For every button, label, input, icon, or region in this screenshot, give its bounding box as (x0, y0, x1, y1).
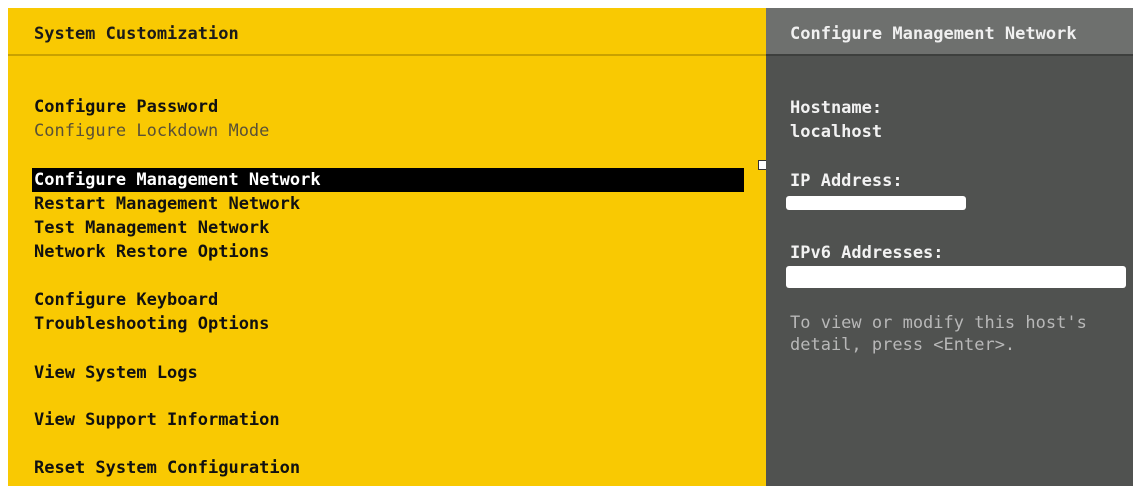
menu-item-configure-keyboard[interactable]: Configure Keyboard (34, 288, 218, 312)
ipv6-addresses-redacted (786, 266, 1126, 288)
ipv6-addresses-label: IPv6 Addresses: (790, 243, 944, 263)
management-network-detail-panel: Configure Management Network Hostname: l… (766, 8, 1133, 486)
left-title-bar: System Customization (8, 8, 766, 56)
help-text-line1: To view or modify this host's (790, 313, 1087, 333)
menu-item-configure-lockdown-mode[interactable]: Configure Lockdown Mode (34, 119, 269, 143)
menu-item-restart-management-network[interactable]: Restart Management Network (34, 192, 300, 216)
right-panel-title: Configure Management Network (790, 24, 1077, 44)
menu-item-view-system-logs[interactable]: View System Logs (34, 361, 198, 385)
menu-item-view-support-information[interactable]: View Support Information (34, 408, 280, 432)
hostname-value: localhost (790, 122, 883, 142)
system-customization-panel: System Customization Configure Password … (8, 8, 766, 486)
dcui-screen: System Customization Configure Password … (0, 0, 1133, 486)
menu-item-network-restore-options[interactable]: Network Restore Options (34, 240, 269, 264)
menu-item-troubleshooting-options[interactable]: Troubleshooting Options (34, 312, 269, 336)
help-text-line2: detail, press <Enter>. (790, 335, 1016, 355)
menu-item-test-management-network[interactable]: Test Management Network (34, 216, 269, 240)
ip-address-label: IP Address: (790, 171, 903, 191)
ip-address-redacted (786, 196, 966, 210)
right-title-bar: Configure Management Network (766, 8, 1133, 56)
left-panel-title: System Customization (34, 24, 239, 44)
hostname-label: Hostname: (790, 98, 883, 118)
menu-item-configure-password[interactable]: Configure Password (34, 95, 218, 119)
menu-item-reset-system-configuration[interactable]: Reset System Configuration (34, 456, 300, 480)
menu-item-configure-management-network[interactable]: Configure Management Network (32, 168, 744, 192)
